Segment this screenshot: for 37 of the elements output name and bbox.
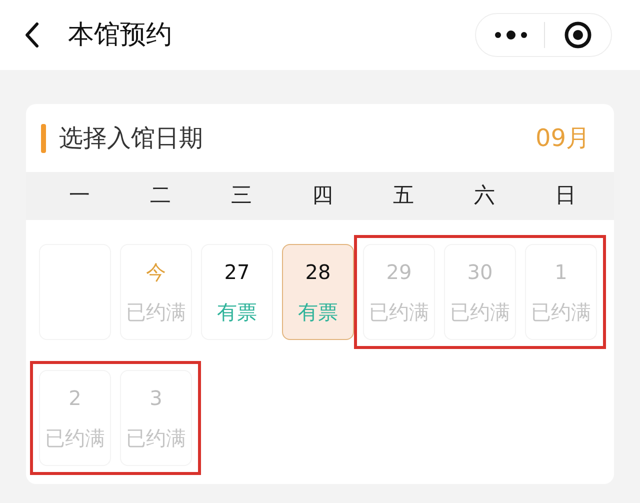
day-number: 3 xyxy=(150,386,162,410)
availability-status: 已约满 xyxy=(450,300,510,324)
availability-status: 已约满 xyxy=(45,426,105,450)
month-label: 09月 xyxy=(535,123,590,154)
weekday-label: 四 xyxy=(312,182,333,210)
weekday-label: 三 xyxy=(231,182,252,210)
page-title: 本馆预约 xyxy=(68,18,172,52)
availability-status: 有票 xyxy=(298,300,338,324)
availability-status: 有票 xyxy=(217,300,257,324)
availability-status: 已约满 xyxy=(369,300,429,324)
day-cell[interactable]: 30 已约满 xyxy=(444,244,516,340)
day-number: 29 xyxy=(386,260,412,284)
section-title: 选择入馆日期 xyxy=(59,123,203,154)
weekday-label: 六 xyxy=(474,182,495,210)
availability-status: 已约满 xyxy=(126,300,186,324)
accent-bar xyxy=(41,124,46,152)
day-number: 27 xyxy=(224,260,250,284)
day-number: 28 xyxy=(305,260,331,284)
day-cell[interactable]: 28 有票 xyxy=(282,244,354,340)
day-number: 30 xyxy=(467,260,493,284)
day-cell[interactable]: 2 已约满 xyxy=(39,370,111,466)
weekday-label: 日 xyxy=(555,182,576,210)
day-number: 1 xyxy=(554,260,568,284)
day-cell[interactable]: 27 有票 xyxy=(201,244,273,340)
weekday-label: 二 xyxy=(150,182,171,210)
availability-status: 已约满 xyxy=(126,426,186,450)
day-cell[interactable]: 1 已约满 xyxy=(525,244,597,340)
weekday-label: 一 xyxy=(69,182,90,210)
availability-status: 已约满 xyxy=(531,300,591,324)
day-number: 今 xyxy=(146,260,166,284)
weekday-label: 五 xyxy=(393,182,414,210)
day-cell[interactable]: 29 已约满 xyxy=(363,244,435,340)
target-icon[interactable] xyxy=(564,21,592,49)
day-cell[interactable]: 今 已约满 xyxy=(120,244,192,340)
day-number: 2 xyxy=(68,386,82,410)
day-cell[interactable]: 3 已约满 xyxy=(120,370,192,466)
more-icon[interactable] xyxy=(494,30,528,40)
